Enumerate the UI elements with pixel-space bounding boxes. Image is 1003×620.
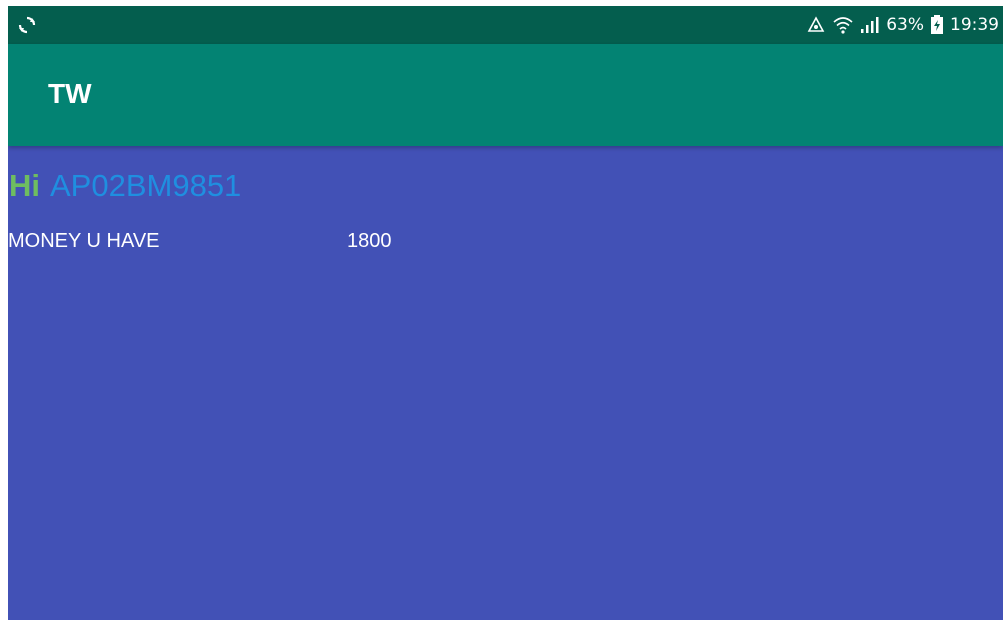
main-content: Hi AP02BM9851 MONEY U HAVE 1800 bbox=[8, 146, 1003, 620]
app-screen: 63% 19:39 TW Hi AP02BM9851 MONEY U HAVE 1… bbox=[8, 6, 1003, 620]
battery-percent: 63% bbox=[886, 15, 924, 35]
status-icons: 63% 19:39 bbox=[806, 6, 999, 44]
greeting-line: Hi AP02BM9851 bbox=[9, 168, 241, 204]
clock: 19:39 bbox=[950, 15, 999, 35]
sync-icon bbox=[18, 16, 36, 34]
recycle-icon bbox=[807, 16, 825, 32]
app-bar: TW bbox=[8, 44, 1003, 146]
status-bar: 63% 19:39 bbox=[8, 6, 1003, 44]
greeting-text: Hi bbox=[9, 168, 40, 203]
vehicle-number: AP02BM9851 bbox=[50, 168, 242, 203]
wifi-icon bbox=[833, 17, 853, 34]
money-value: 1800 bbox=[347, 230, 392, 252]
money-label: MONEY U HAVE bbox=[8, 230, 160, 252]
battery-icon bbox=[931, 15, 943, 34]
signal-icon bbox=[861, 17, 879, 33]
app-title: TW bbox=[48, 78, 92, 109]
